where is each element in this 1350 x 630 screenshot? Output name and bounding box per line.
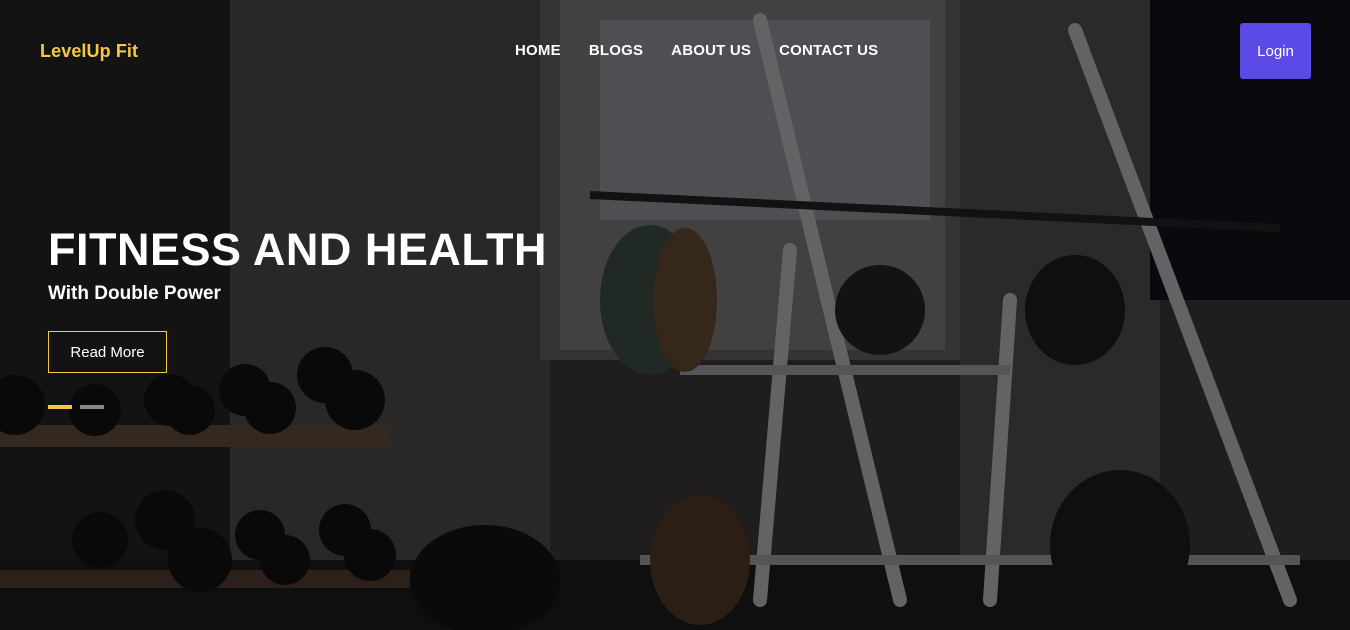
navbar: LevelUp Fit HOME BLOGS ABOUT US CONTACT …: [0, 0, 1350, 102]
login-button[interactable]: Login: [1240, 23, 1311, 79]
nav-link-contact-us[interactable]: CONTACT US: [779, 42, 878, 59]
nav-link-home[interactable]: HOME: [515, 42, 561, 59]
nav-links: HOME BLOGS ABOUT US CONTACT US: [515, 42, 906, 59]
hero-section: LevelUp Fit HOME BLOGS ABOUT US CONTACT …: [0, 0, 1350, 630]
carousel-indicator-1[interactable]: [48, 405, 72, 409]
carousel-indicator-2[interactable]: [80, 405, 104, 409]
carousel-indicators: [48, 405, 104, 409]
nav-link-blogs[interactable]: BLOGS: [589, 42, 643, 59]
brand-logo[interactable]: LevelUp Fit: [40, 41, 138, 62]
hero-subtitle: With Double Power: [48, 283, 221, 304]
hero-title: FITNESS AND HEALTH: [48, 224, 547, 275]
read-more-button[interactable]: Read More: [48, 331, 167, 373]
nav-link-about-us[interactable]: ABOUT US: [671, 42, 751, 59]
